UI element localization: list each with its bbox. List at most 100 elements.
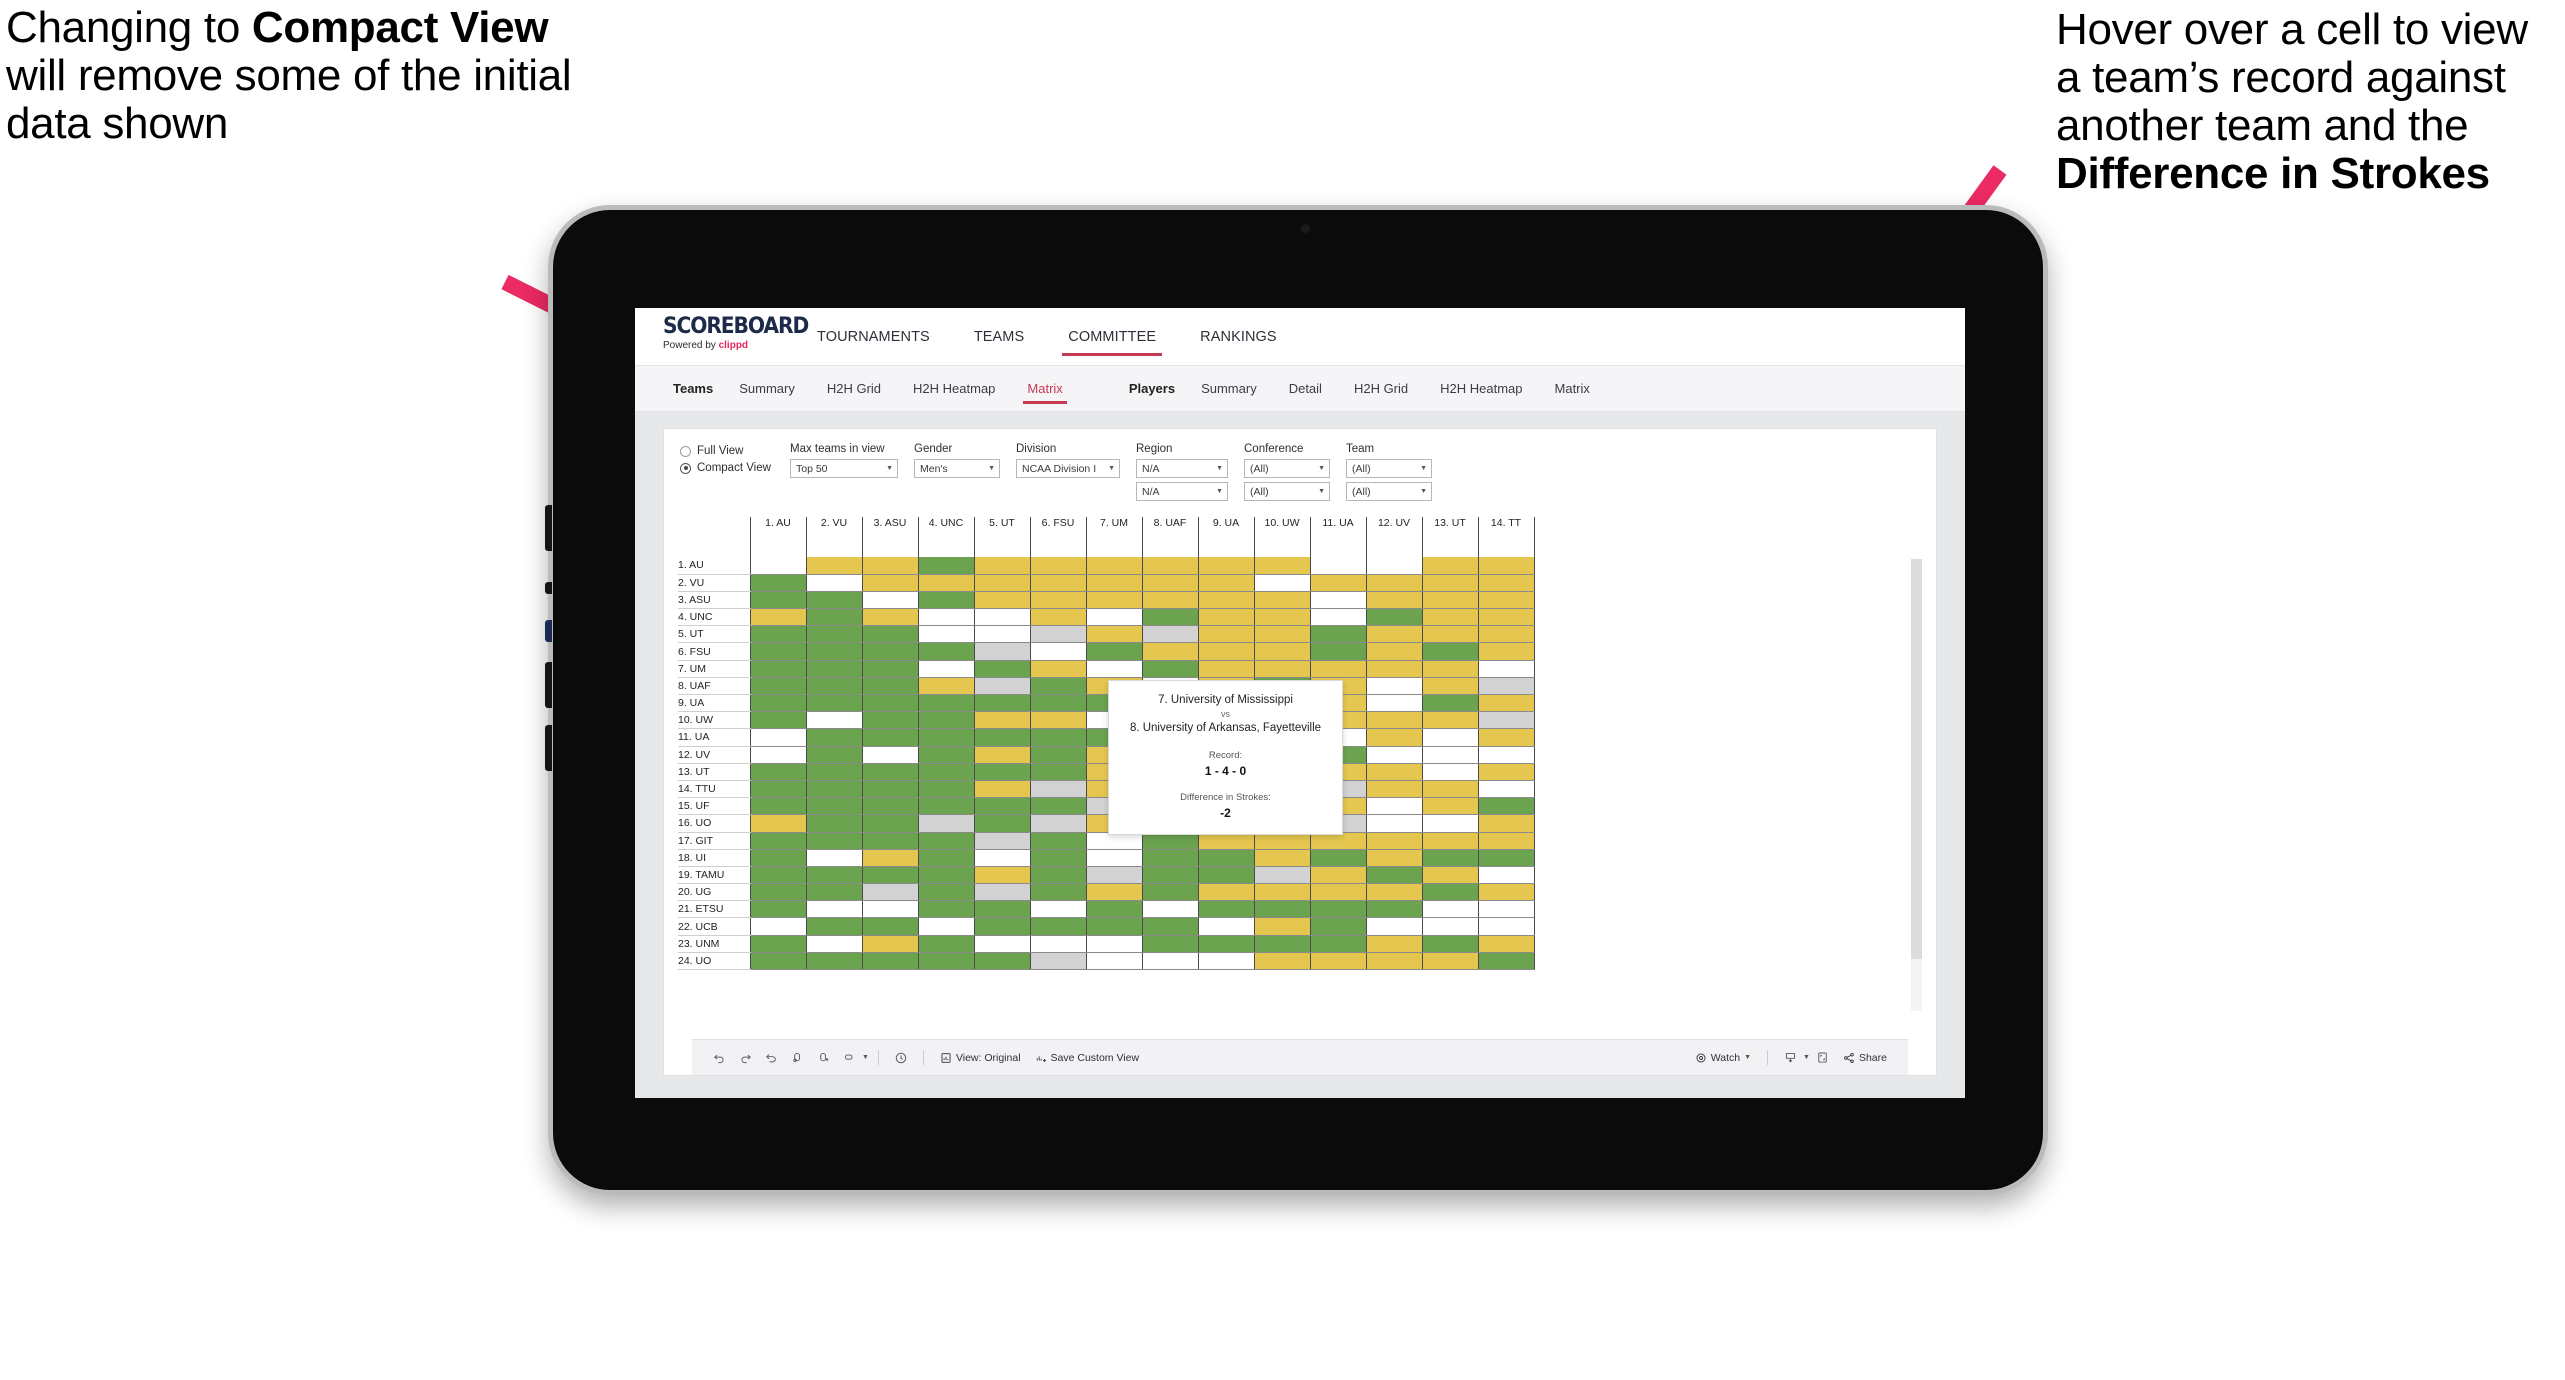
alert-icon[interactable] <box>888 1045 914 1071</box>
matrix-cell[interactable] <box>862 591 919 610</box>
subtab-players-h2h-heatmap[interactable]: H2H Heatmap <box>1424 366 1538 412</box>
matrix-cell[interactable] <box>1030 677 1087 696</box>
subtab-teams-summary[interactable]: Summary <box>723 366 811 412</box>
matrix-cell[interactable] <box>1478 642 1535 661</box>
matrix-cell[interactable] <box>806 832 863 850</box>
matrix-cell[interactable] <box>749 832 807 850</box>
undo-icon[interactable] <box>706 1045 732 1071</box>
matrix-cell[interactable] <box>749 780 807 799</box>
matrix-cell[interactable] <box>1478 866 1535 885</box>
matrix-cell[interactable] <box>806 711 863 730</box>
matrix-cell[interactable] <box>1478 797 1535 816</box>
matrix-cell[interactable] <box>862 557 919 575</box>
matrix-cell[interactable] <box>918 591 975 610</box>
matrix-cell[interactable] <box>862 917 919 936</box>
matrix-cell[interactable] <box>862 832 919 850</box>
matrix-cell[interactable] <box>1030 866 1087 885</box>
matrix-cell[interactable] <box>1366 728 1423 747</box>
matrix-row-header[interactable]: 9. UA <box>678 694 750 713</box>
matrix-cell[interactable] <box>1366 900 1423 919</box>
matrix-cell[interactable] <box>918 694 975 713</box>
matrix-cell[interactable] <box>1198 625 1255 644</box>
matrix-cell[interactable] <box>974 797 1031 816</box>
subtab-players-detail[interactable]: Detail <box>1273 366 1338 412</box>
matrix-cell[interactable] <box>1422 677 1479 696</box>
matrix-row-header[interactable]: 5. UT <box>678 625 750 644</box>
matrix-cell[interactable] <box>1310 608 1367 627</box>
matrix-cell[interactable] <box>1030 883 1087 902</box>
chevron-down-icon[interactable]: ▼ <box>886 465 893 472</box>
matrix-cell[interactable] <box>1422 849 1479 867</box>
matrix-cell[interactable] <box>918 917 975 936</box>
matrix-cell[interactable] <box>862 694 919 713</box>
watch-dropdown-caret[interactable]: ▼ <box>1744 1054 1751 1061</box>
matrix-cell[interactable] <box>974 574 1031 592</box>
redo-icon[interactable] <box>732 1045 758 1071</box>
matrix-cell[interactable] <box>806 574 863 592</box>
matrix-column-header[interactable]: 7. UM <box>1086 517 1143 557</box>
matrix-cell[interactable] <box>1310 591 1367 610</box>
matrix-cell[interactable] <box>1254 952 1311 971</box>
matrix-cell[interactable] <box>974 677 1031 696</box>
matrix-cell[interactable] <box>918 832 975 850</box>
matrix-cell[interactable] <box>1478 660 1535 678</box>
filter-select-region-2[interactable]: N/A ▼ <box>1136 482 1228 501</box>
matrix-cell[interactable] <box>806 557 863 575</box>
matrix-cell[interactable] <box>1030 694 1087 713</box>
matrix-cell[interactable] <box>1310 952 1367 971</box>
matrix-cell[interactable] <box>749 797 807 816</box>
matrix-cell[interactable] <box>1310 625 1367 644</box>
matrix-cell[interactable] <box>1086 557 1143 575</box>
matrix-column-header[interactable]: 4. UNC <box>918 517 975 557</box>
matrix-cell[interactable] <box>1030 935 1087 953</box>
device-button-mic[interactable] <box>545 582 552 594</box>
matrix-cell[interactable] <box>1310 866 1367 885</box>
matrix-column-header[interactable]: 10. UW <box>1254 517 1311 557</box>
matrix-cell[interactable] <box>862 900 919 919</box>
matrix-cell[interactable] <box>918 608 975 627</box>
matrix-cell[interactable] <box>806 780 863 799</box>
matrix-cell[interactable] <box>974 900 1031 919</box>
matrix-cell[interactable] <box>862 814 919 833</box>
matrix-row-header[interactable]: 15. UF <box>678 797 750 816</box>
matrix-cell[interactable] <box>1478 625 1535 644</box>
matrix-cell[interactable] <box>1478 763 1535 781</box>
matrix-cell[interactable] <box>1030 642 1087 661</box>
matrix-cell[interactable] <box>1478 814 1535 833</box>
matrix-cell[interactable] <box>1198 900 1255 919</box>
matrix-cell[interactable] <box>1030 608 1087 627</box>
matrix-cell[interactable] <box>1422 780 1479 799</box>
matrix-cell[interactable] <box>974 883 1031 902</box>
matrix-row-header[interactable]: 11. UA <box>678 728 750 747</box>
matrix-cell[interactable] <box>1030 814 1087 833</box>
radio-button-compact-view[interactable] <box>680 462 691 474</box>
watch-button[interactable]: Watch ▼ <box>1688 1045 1758 1071</box>
matrix-cell[interactable] <box>1366 625 1423 644</box>
matrix-cell[interactable] <box>862 608 919 627</box>
matrix-row-header[interactable]: 17. GIT <box>678 832 750 850</box>
matrix-cell[interactable] <box>1254 608 1311 627</box>
download-icon[interactable] <box>1777 1045 1803 1071</box>
matrix-column-header[interactable]: 11. UA <box>1310 517 1367 557</box>
matrix-cell[interactable] <box>1254 660 1311 678</box>
matrix-cell[interactable] <box>974 849 1031 867</box>
matrix-cell[interactable] <box>749 866 807 885</box>
matrix-cell[interactable] <box>1366 883 1423 902</box>
matrix-row-header[interactable]: 19. TAMU <box>678 866 750 885</box>
matrix-cell[interactable] <box>1422 900 1479 919</box>
matrix-cell[interactable] <box>974 814 1031 833</box>
matrix-cell[interactable] <box>918 935 975 953</box>
matrix-cell[interactable] <box>918 677 975 696</box>
matrix-cell[interactable] <box>749 849 807 867</box>
matrix-cell[interactable] <box>1142 952 1199 971</box>
matrix-cell[interactable] <box>1422 660 1479 678</box>
matrix-cell[interactable] <box>862 728 919 747</box>
matrix-cell[interactable] <box>1478 608 1535 627</box>
matrix-cell[interactable] <box>1086 935 1143 953</box>
share-button[interactable]: Share <box>1836 1045 1894 1071</box>
matrix-cell[interactable] <box>1254 574 1311 592</box>
matrix-cell[interactable] <box>1422 574 1479 592</box>
matrix-column-header[interactable]: 9. UA <box>1198 517 1255 557</box>
matrix-cell[interactable] <box>1086 660 1143 678</box>
matrix-cell[interactable] <box>1254 883 1311 902</box>
